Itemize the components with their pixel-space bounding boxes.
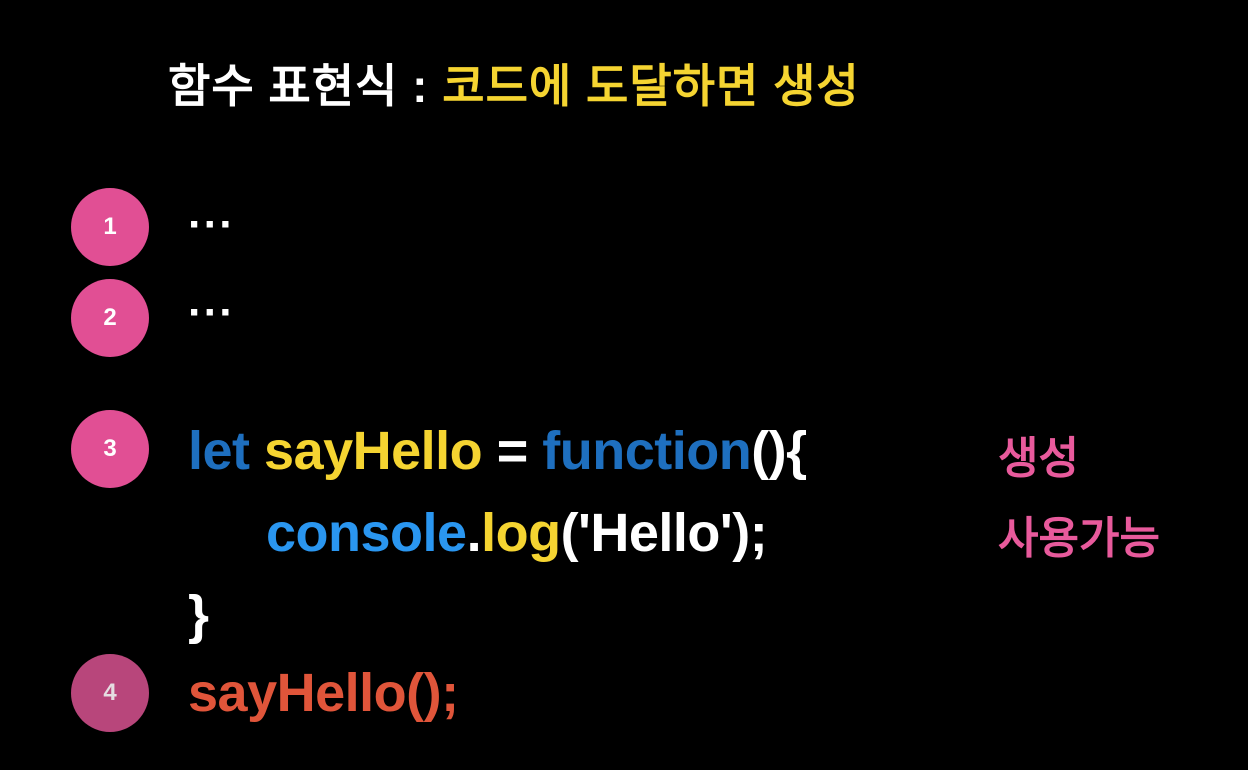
title-highlight: 코드에 도달하면 생성 (442, 60, 860, 112)
step-2-ellipsis: ··· (188, 288, 235, 337)
identifier-sayhello: sayHello (264, 421, 483, 481)
console-object: console (266, 503, 467, 563)
step-1-ellipsis: ··· (188, 200, 235, 249)
paren-left: ( (560, 503, 579, 563)
title-prefix: 함수 표현식 : (168, 60, 443, 112)
slide-title: 함수 표현식 : 코드에 도달하면 생성 (168, 50, 860, 116)
step-badge-4: 4 (71, 654, 149, 732)
keyword-function: function (542, 421, 752, 481)
step-badge-3: 3 (71, 410, 149, 488)
hello-string: 'Hello' (578, 503, 733, 563)
slide: 함수 표현식 : 코드에 도달하면 생성 1 ··· 2 ··· 3 let s… (0, 0, 1248, 770)
code-line-1: let sayHello = function(){ (188, 420, 807, 482)
paren-right: ); (732, 503, 768, 563)
paren-brace-open: (){ (751, 421, 807, 481)
code-line-3: } (188, 585, 209, 645)
log-method: log (481, 503, 561, 563)
note-created: 생성 (998, 434, 1079, 483)
assign-operator: = (496, 421, 529, 481)
code-line-2: console.log('Hello'); (266, 502, 768, 564)
note-usable: 사용가능 (998, 514, 1160, 563)
step-badge-1: 1 (71, 188, 149, 266)
step-badge-2: 2 (71, 279, 149, 357)
code-line-4: sayHello(); (188, 663, 459, 723)
keyword-let: let (188, 421, 250, 481)
dot-operator: . (466, 503, 482, 563)
